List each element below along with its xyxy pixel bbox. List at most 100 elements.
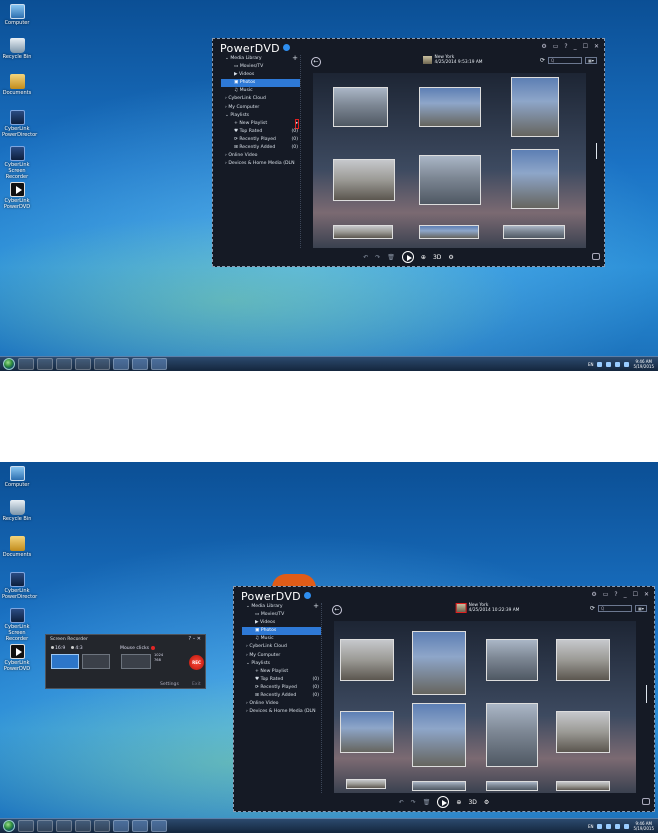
photo-thumbnail[interactable]: [556, 639, 610, 681]
scrollbar[interactable]: [595, 143, 597, 159]
volume-icon[interactable]: [624, 823, 630, 829]
sidebar-item-movies-tv[interactable]: ▭ Movies/TV: [242, 611, 321, 619]
desktop-icon-documents[interactable]: Documents: [2, 536, 32, 558]
maximize-icon[interactable]: ☐: [583, 43, 588, 50]
desktop-icon-powerdirector[interactable]: CyberLink PowerDirector: [2, 110, 37, 138]
photo-thumbnail[interactable]: [511, 149, 559, 209]
volume-icon[interactable]: [624, 361, 630, 367]
sidebar-item-playlists[interactable]: ⌄ Playlists: [221, 112, 300, 120]
sidebar-item-top-rated[interactable]: ♥ Top Rated (0): [221, 128, 300, 136]
photo-thumbnail[interactable]: [556, 781, 610, 791]
sidebar-item-media-library[interactable]: ⌄ Media Library +: [242, 602, 321, 611]
playback-settings-icon[interactable]: ⚙: [484, 799, 489, 806]
photo-thumbnail[interactable]: [340, 711, 394, 753]
sidebar-item-photos[interactable]: ▣ Photos: [242, 627, 321, 636]
start-button[interactable]: [3, 820, 15, 832]
taskbar-explorer-icon[interactable]: [18, 358, 34, 370]
flag-icon[interactable]: [606, 361, 612, 367]
sidebar-item-recently-played[interactable]: ⟳ Recently Played (0): [242, 684, 321, 692]
network-icon[interactable]: [615, 361, 621, 367]
play-button[interactable]: [401, 251, 414, 263]
refresh-icon[interactable]: ⟳: [590, 605, 595, 612]
photo-thumbnail[interactable]: [419, 225, 479, 239]
help-icon[interactable]: ?: [564, 43, 567, 50]
desktop-icon-computer[interactable]: Computer: [2, 466, 32, 488]
sidebar-item-recently-added[interactable]: ⊞ Recently Added (0): [242, 692, 321, 700]
tray-app-icon[interactable]: [597, 361, 603, 367]
zoom-icon[interactable]: ⊕: [421, 254, 426, 261]
undo-icon[interactable]: ↶: [363, 254, 368, 261]
sidebar-item-recently-played[interactable]: ⟳ Recently Played (0): [221, 136, 300, 144]
playback-settings-icon[interactable]: ⚙: [448, 254, 453, 261]
sidebar-item-my-computer[interactable]: › My Computer: [221, 104, 300, 112]
taskbar-folder-icon[interactable]: [75, 820, 91, 832]
photo-thumbnail[interactable]: [486, 781, 538, 791]
3d-button[interactable]: 3D: [433, 254, 441, 261]
taskbar-recorder-icon[interactable]: [151, 358, 167, 370]
add-icon[interactable]: +: [292, 54, 298, 62]
sidebar-item-online-video[interactable]: › Online Video: [221, 152, 300, 160]
exit-link[interactable]: Exit: [192, 682, 201, 687]
search-input[interactable]: Q: [548, 57, 582, 64]
mini-player-icon[interactable]: ▭: [603, 591, 609, 598]
scrollbar[interactable]: [645, 685, 647, 703]
sidebar-item-devices[interactable]: › Devices & Home Media (DLN: [221, 160, 300, 168]
corner-view-button[interactable]: [642, 798, 650, 805]
undo-icon[interactable]: ↶: [399, 799, 404, 806]
photo-thumbnail[interactable]: [340, 639, 394, 681]
sidebar-item-devices[interactable]: › Devices & Home Media (DLN: [242, 708, 321, 716]
desktop-icon-screen-recorder[interactable]: CyberLink Screen Recorder: [2, 608, 32, 642]
minimize-icon[interactable]: _: [624, 591, 627, 598]
highlighted-add-button[interactable]: ▸: [294, 118, 300, 129]
maximize-icon[interactable]: ☐: [633, 591, 638, 598]
photo-thumbnail[interactable]: [412, 781, 466, 791]
sidebar-item-music[interactable]: ♫ Music: [242, 635, 321, 643]
mouse-clicks-toggle[interactable]: Mouse clicks: [120, 646, 156, 651]
desktop-icon-recycle-bin[interactable]: Recycle Bin: [2, 38, 32, 60]
sidebar-item-photos[interactable]: ▣ Photos: [221, 79, 300, 88]
sidebar-item-music[interactable]: ♫ Music: [221, 87, 300, 95]
desktop-icon-recycle-bin[interactable]: Recycle Bin: [2, 500, 32, 522]
album-header[interactable]: New York 4/25/2014 10:22:39 AM: [455, 603, 519, 613]
add-icon[interactable]: +: [313, 602, 319, 610]
recorder-window-controls[interactable]: ? – ✕: [188, 636, 201, 642]
start-button[interactable]: [3, 358, 15, 370]
sidebar-item-cyberlink-cloud[interactable]: › CyberLink Cloud: [242, 643, 321, 651]
taskbar-chrome-icon[interactable]: [37, 820, 53, 832]
ratio-16-9-radio[interactable]: 16:9: [51, 646, 65, 651]
sidebar-item-videos[interactable]: ▶ Videos: [242, 619, 321, 627]
settings-gear-icon[interactable]: ⚙: [541, 43, 546, 50]
desktop-icon-powerdvd[interactable]: CyberLink PowerDVD: [2, 182, 32, 210]
photo-thumbnail[interactable]: [419, 155, 481, 205]
view-mode-button[interactable]: ▦▾: [635, 605, 647, 612]
language-indicator[interactable]: EN: [588, 362, 594, 367]
sidebar-item-online-video[interactable]: › Online Video: [242, 700, 321, 708]
photo-thumbnail[interactable]: [419, 87, 481, 127]
record-button[interactable]: REC: [189, 655, 204, 670]
mini-player-icon[interactable]: ▭: [553, 43, 559, 50]
desktop-icon-documents[interactable]: Documents: [2, 74, 32, 96]
photo-thumbnail[interactable]: [346, 779, 386, 789]
language-indicator[interactable]: EN: [588, 824, 594, 829]
corner-view-button[interactable]: [592, 253, 600, 260]
desktop-icon-powerdirector[interactable]: CyberLink PowerDirector: [2, 572, 37, 600]
delete-icon[interactable]: 🗑: [423, 799, 431, 806]
redo-icon[interactable]: ↷: [411, 799, 416, 806]
help-icon[interactable]: ?: [614, 591, 617, 598]
tray-app-icon[interactable]: [597, 823, 603, 829]
taskbar-media-icon[interactable]: [56, 358, 72, 370]
3d-button[interactable]: 3D: [468, 799, 476, 806]
sidebar-item-videos[interactable]: ▶ Videos: [221, 71, 300, 79]
sidebar-item-movies-tv[interactable]: ▭ Movies/TV: [221, 63, 300, 71]
desktop-icon-computer[interactable]: Computer: [2, 4, 32, 26]
sidebar-item-media-library[interactable]: ⌄ Media Library +: [221, 54, 300, 63]
photo-thumbnail[interactable]: [486, 639, 538, 681]
desktop-icon-powerdvd[interactable]: CyberLink PowerDVD: [2, 644, 32, 672]
taskbar-powerdirector-icon[interactable]: [113, 358, 129, 370]
taskbar-media-icon[interactable]: [56, 820, 72, 832]
search-input[interactable]: Q: [598, 605, 632, 612]
taskbar-powerdvd-icon[interactable]: [132, 820, 148, 832]
settings-link[interactable]: Settings: [160, 682, 179, 687]
zoom-icon[interactable]: ⊕: [456, 799, 461, 806]
view-mode-button[interactable]: ▦▾: [585, 57, 597, 64]
